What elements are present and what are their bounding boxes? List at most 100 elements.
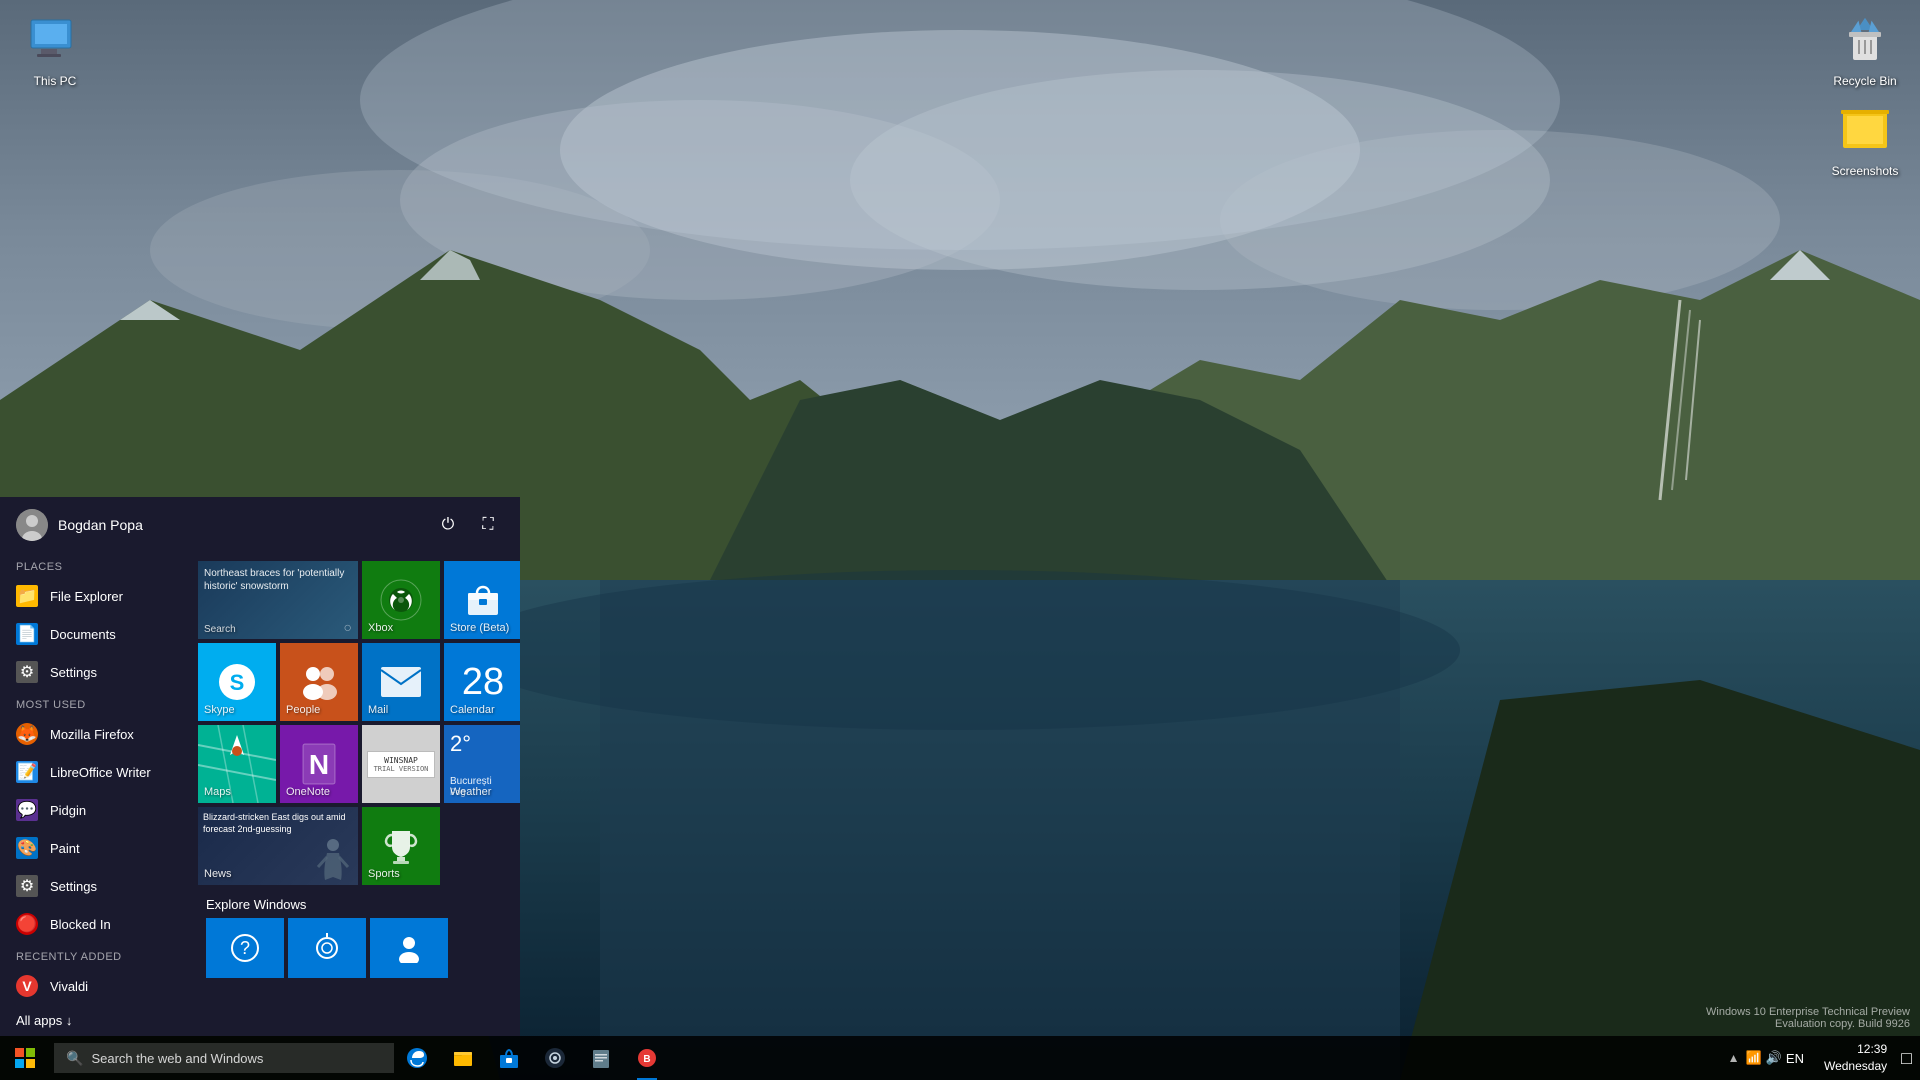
screenshots-label: Screenshots (1820, 164, 1910, 178)
blocked-in-label: Blocked In (50, 917, 111, 932)
news2-tile[interactable]: Blizzard-stricken East digs out amid for… (198, 807, 358, 885)
sports-tile-label: Sports (368, 868, 400, 880)
explore-tile-1[interactable]: ? (206, 918, 284, 978)
start-menu-header: Bogdan Popa ⏻ ⛶ (0, 497, 520, 553)
tray-expand[interactable]: ▲ (1728, 1051, 1740, 1065)
network-icon[interactable]: 📶 (1746, 1050, 1762, 1066)
people-tile[interactable]: People (280, 643, 358, 721)
taskbar-pinned6[interactable]: B (624, 1036, 670, 1080)
taskbar-steam[interactable] (532, 1036, 578, 1080)
this-pc-label: This PC (10, 74, 100, 88)
blocked-in-item[interactable]: 🔴 Blocked In (0, 905, 190, 943)
clock-display[interactable]: 12:39 Wednesday (1816, 1041, 1895, 1075)
start-left-panel: Places 📁 File Explorer 📄 Documents ⚙ Set… (0, 553, 190, 1036)
pidgin-label: Pidgin (50, 803, 86, 818)
start-menu-body: Places 📁 File Explorer 📄 Documents ⚙ Set… (0, 553, 520, 1036)
sports-tile[interactable]: Sports (362, 807, 440, 885)
explore-cortana-icon (312, 933, 342, 963)
taskbar-files[interactable] (578, 1036, 624, 1080)
search-circle-icon: ○ (344, 619, 352, 635)
sports-trophy-icon (382, 827, 420, 865)
file-explorer-label: File Explorer (50, 589, 123, 604)
store-tile[interactable]: Store (Beta) (444, 561, 520, 639)
all-apps-label: All apps ↓ (16, 1013, 72, 1028)
firefox-item[interactable]: 🦊 Mozilla Firefox (0, 715, 190, 753)
onenote-tile[interactable]: N OneNote (280, 725, 358, 803)
news2-tile-label: News (204, 868, 232, 880)
paint-icon: 🎨 (16, 837, 38, 859)
skype-tile[interactable]: S Skype (198, 643, 276, 721)
store-logo-icon (464, 581, 502, 619)
onenote-tile-label: OneNote (286, 786, 330, 798)
paint-label: Paint (50, 841, 80, 856)
pidgin-item[interactable]: 💬 Pidgin (0, 791, 190, 829)
taskbar: 🔍 Search the web and Windows (0, 1036, 1920, 1080)
all-apps-link[interactable]: All apps ↓ (0, 1005, 190, 1036)
vivaldi-icon: V (16, 975, 38, 997)
most-used-title: Most used (0, 691, 190, 715)
power-button[interactable]: ⏻ (432, 509, 464, 541)
clock-time: 12:39 (1824, 1041, 1887, 1058)
explore-tile-2[interactable] (288, 918, 366, 978)
user-name: Bogdan Popa (58, 517, 143, 533)
explore-tile-3[interactable] (370, 918, 448, 978)
explorer-icon (452, 1047, 474, 1069)
maps-tile[interactable]: Maps (198, 725, 276, 803)
xbox-tile[interactable]: Xbox (362, 561, 440, 639)
people-logo-icon (297, 660, 341, 704)
screenshots-icon-image (1835, 100, 1895, 160)
recently-added-title: Recently added (0, 943, 190, 967)
store-taskbar-icon (498, 1047, 520, 1069)
xbox-tile-label: Xbox (368, 622, 393, 634)
people-tile-label: People (286, 704, 320, 716)
calendar-tile-label: Calendar (450, 704, 495, 716)
calendar-tile[interactable]: 28 Calendar (444, 643, 520, 721)
winsnap-tile[interactable]: WINSNAP TRIAL VERSION (362, 725, 440, 803)
windows-logo-icon (15, 1048, 35, 1068)
tiles-grid: Northeast braces for 'potentially histor… (198, 561, 512, 885)
settings2-item[interactable]: ⚙ Settings (0, 867, 190, 905)
tray-icons: 📶 🔊 EN (1746, 1050, 1804, 1066)
libreoffice-item[interactable]: 📝 LibreOffice Writer (0, 753, 190, 791)
calendar-number: 28 (462, 663, 504, 701)
volume-icon[interactable]: 🔊 (1766, 1050, 1782, 1066)
file-explorer-icon: 📁 (16, 585, 38, 607)
explore-title: Explore Windows (206, 893, 504, 918)
explore-section: Explore Windows ? (198, 885, 512, 986)
onenote-logo-icon: N (295, 740, 343, 788)
weather-temp: 2° (450, 731, 516, 757)
mail-tile[interactable]: Mail (362, 643, 440, 721)
this-pc-icon[interactable]: This PC (10, 10, 100, 88)
svg-text:N: N (309, 749, 329, 780)
news2-image-icon (313, 835, 353, 885)
start-menu: Bogdan Popa ⏻ ⛶ Places 📁 File Explorer 📄… (0, 497, 520, 1036)
language-icon[interactable]: EN (1786, 1051, 1804, 1066)
vivaldi-item[interactable]: V Vivaldi (0, 967, 190, 1005)
documents-label: Documents (50, 627, 116, 642)
expand-button[interactable]: ⛶ (472, 509, 504, 541)
screenshots-icon[interactable]: Screenshots (1820, 100, 1910, 178)
user-info[interactable]: Bogdan Popa (16, 509, 143, 541)
search-bar[interactable]: 🔍 Search the web and Windows (54, 1043, 394, 1073)
taskbar-edge[interactable] (394, 1036, 440, 1080)
svg-text:B: B (643, 1054, 650, 1065)
file-explorer-item[interactable]: 📁 File Explorer (0, 577, 190, 615)
taskbar-store[interactable] (486, 1036, 532, 1080)
paint-item[interactable]: 🎨 Paint (0, 829, 190, 867)
explore-help-icon: ? (230, 933, 260, 963)
documents-item[interactable]: 📄 Documents (0, 615, 190, 653)
weather-tile[interactable]: 2° București Fog Weather (444, 725, 520, 803)
weather-tile-label: Weather (450, 786, 491, 798)
taskbar-explorer[interactable] (440, 1036, 486, 1080)
recycle-bin-icon[interactable]: Recycle Bin (1820, 10, 1910, 88)
settings-item[interactable]: ⚙ Settings (0, 653, 190, 691)
system-tray: ▲ 📶 🔊 EN 12:39 Wednesday □ (1728, 1041, 1920, 1075)
action-center-icon[interactable]: □ (1901, 1048, 1912, 1069)
news-tile[interactable]: Northeast braces for 'potentially histor… (198, 561, 358, 639)
start-button[interactable] (0, 1036, 50, 1080)
settings2-label: Settings (50, 879, 97, 894)
search-placeholder-text: Search the web and Windows (91, 1051, 263, 1066)
edge-icon (406, 1047, 428, 1069)
this-pc-icon-image (25, 10, 85, 70)
recycle-bin-label: Recycle Bin (1820, 74, 1910, 88)
